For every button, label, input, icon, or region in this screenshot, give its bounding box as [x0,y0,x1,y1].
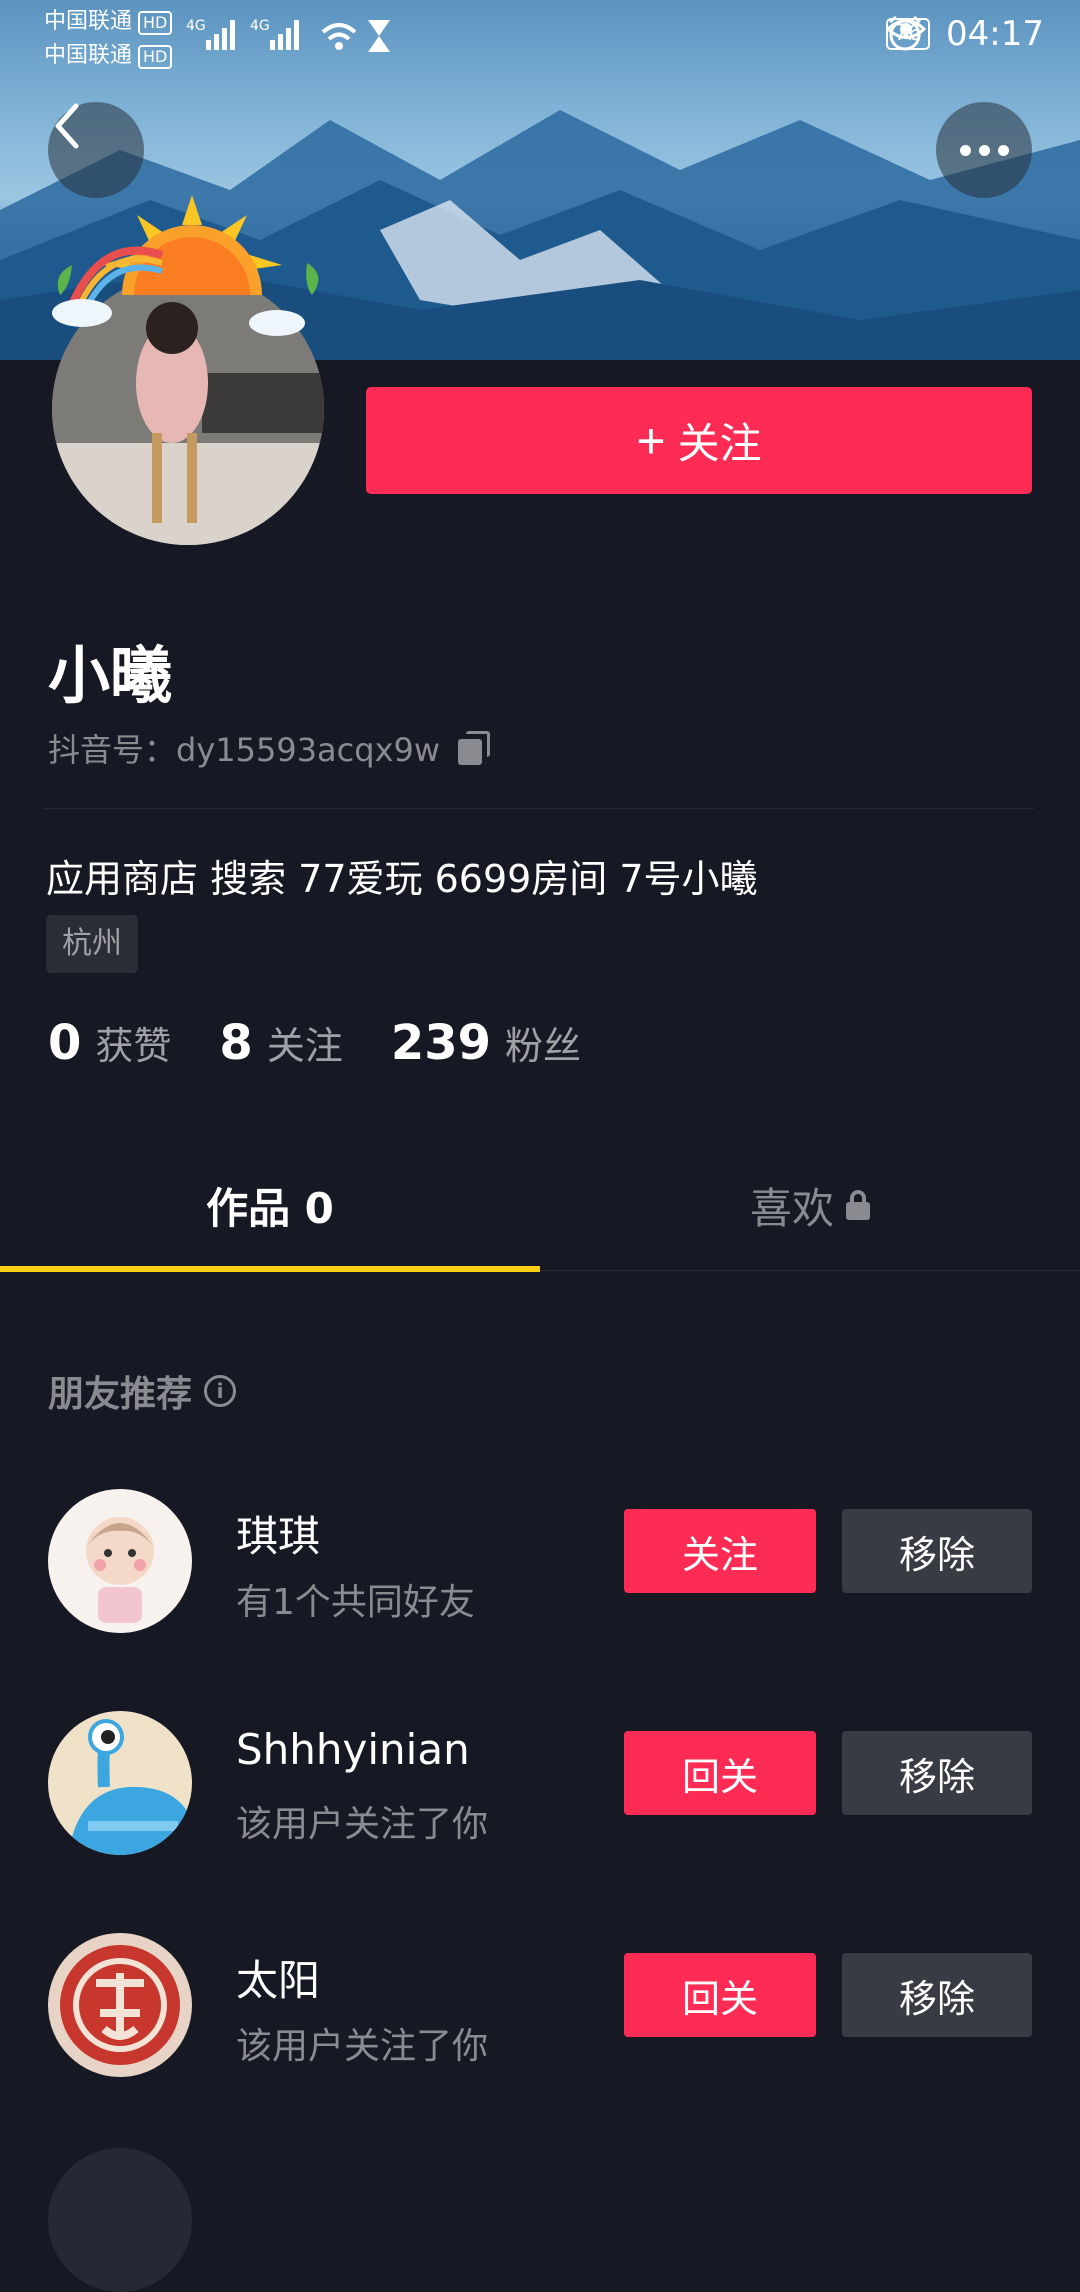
remove-user-button[interactable]: 移除 [842,1731,1032,1815]
back-icon [55,103,79,149]
plus-icon: + [636,412,666,469]
back-button[interactable] [48,102,144,198]
list-item[interactable]: 太阳 该用户关注了你 回关 移除 [0,1929,1080,2089]
stat-following-count: 8 [219,1015,253,1071]
signal-icon [270,20,299,50]
profile-nickname: 小曦 [48,639,173,712]
douyin-id: 抖音号：dy15593acqx9w [48,725,492,771]
copy-icon[interactable] [458,731,492,765]
carrier-2: 中国联通 HD [44,40,173,72]
follow-back-button[interactable]: 回关 [624,1731,816,1815]
carrier-1: 中国联通 HD [44,6,173,38]
status-right: 76 04:17 [886,14,1044,54]
stat-following-label: 关注 [266,1024,343,1068]
hourglass-icon [368,20,390,52]
recommend-desc: 该用户关注了你 [236,2026,489,2067]
recommend-title: 朋友推荐 i [48,1365,237,1417]
tab-works[interactable]: 作品 0 [0,1140,540,1270]
list-item[interactable]: Shhhyinian 该用户关注了你 回关 移除 [0,1707,1080,1867]
follow-back-button[interactable]: 回关 [624,1953,816,2037]
avatar-image [48,1711,192,1855]
profile-tabs: 作品 0 喜欢 [0,1140,1080,1272]
status-bar: 中国联通 HD 中国联通 HD 4G 4G 76 04:17 [0,0,1080,70]
recommend-title-text: 朋友推荐 [48,1374,193,1415]
signal-icon [206,20,235,50]
hd-badge: HD [138,45,173,69]
follow-user-button[interactable]: 关注 [624,1509,816,1593]
carrier-1-label: 中国联通 [44,9,133,34]
hd-badge: HD [138,11,173,35]
signal-type-2: 4G [250,18,270,34]
stat-followers[interactable]: 239 粉丝 [391,1015,581,1071]
more-icon [959,144,1009,156]
follow-button[interactable]: + 关注 [366,387,1032,494]
more-button[interactable] [936,102,1032,198]
stat-likes-count: 0 [48,1015,82,1071]
list-item[interactable]: 琪琪 有1个共同好友 关注 移除 [0,1485,1080,1645]
recommend-desc: 有1个共同好友 [236,1582,475,1623]
avatar-wrap [52,195,332,575]
avatar-partial [48,2148,192,2292]
douyin-id-text: 抖音号：dy15593acqx9w [48,731,441,769]
follow-button-label: 关注 [677,420,762,467]
tab-likes[interactable]: 喜欢 [540,1140,1080,1270]
divider [44,808,1034,809]
sun-decoration-icon [52,195,319,336]
avatar[interactable] [48,1489,192,1633]
tab-indicator [0,1266,540,1272]
recommend-name: 琪琪 [236,1512,321,1561]
avatar[interactable] [48,1933,192,2077]
recommend-name: 太阳 [236,1956,321,2005]
recommend-desc: 该用户关注了你 [236,1804,489,1845]
stat-followers-count: 239 [390,1015,492,1071]
stat-followers-label: 粉丝 [505,1024,582,1068]
signal-type-1: 4G [186,18,206,34]
stat-following[interactable]: 8 关注 [219,1015,342,1071]
wifi-icon [321,23,357,50]
stat-likes[interactable]: 0 获赞 [48,1015,171,1071]
avatar-image [48,1489,192,1633]
clock-time: 04:17 [946,14,1044,54]
info-icon[interactable]: i [204,1375,237,1407]
carrier-2-label: 中国联通 [44,43,133,68]
recommend-name: Shhhyinian [236,1725,470,1774]
avatar[interactable] [48,1711,192,1855]
remove-user-button[interactable]: 移除 [842,1509,1032,1593]
profile-stats: 0 获赞 8 关注 239 粉丝 [48,1015,581,1071]
remove-user-button[interactable]: 移除 [842,1953,1032,2037]
tab-likes-label: 喜欢 [749,1183,834,1233]
lock-icon [846,1190,870,1220]
profile-bio: 应用商店 搜索 77爱玩 6699房间 7号小曦 [46,857,758,901]
battery-indicator: 76 [886,18,931,50]
tab-works-label: 作品 0 [206,1183,334,1233]
stat-likes-label: 获赞 [95,1024,172,1068]
location-tag[interactable]: 杭州 [46,915,138,973]
avatar-image [48,1933,192,2077]
